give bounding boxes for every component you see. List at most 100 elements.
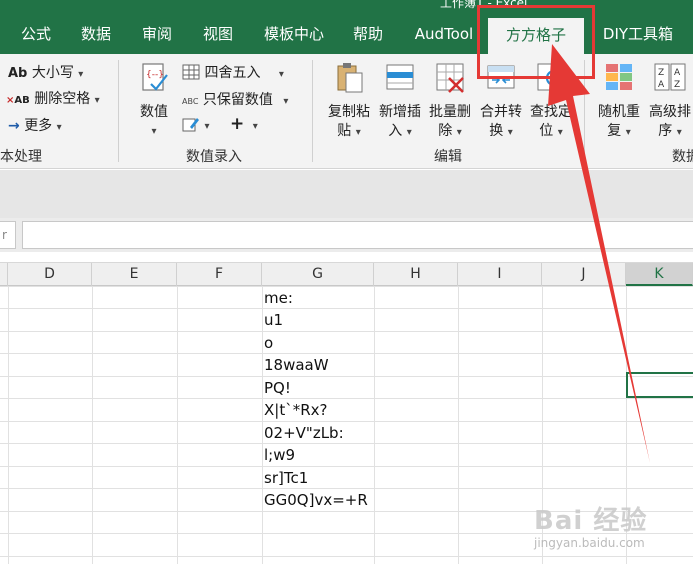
column-header-i[interactable]: I (458, 263, 542, 286)
row-gridline (0, 376, 693, 377)
insert-button[interactable]: 新增插 入 ▾ (375, 60, 425, 142)
watermark-url: jingyan.baidu.com (534, 536, 645, 550)
clipboard-icon (337, 63, 363, 93)
cell-g3[interactable]: o (264, 332, 273, 354)
column-header-d[interactable]: D (8, 263, 92, 286)
remove-spaces-icon: ×AB (6, 95, 30, 106)
row-gridline (0, 466, 693, 467)
cell-g4[interactable]: 18waaW (264, 354, 329, 376)
chevron-down-icon: ▾ (204, 121, 210, 132)
chevron-down-icon: ▾ (283, 96, 289, 107)
number-button[interactable]: {--} 数值 ▾ (128, 60, 180, 141)
tab-diy-toolbox[interactable]: DIY工具箱 (588, 14, 688, 54)
column-header-j[interactable]: J (542, 263, 626, 286)
tab-view[interactable]: 视图 (196, 14, 240, 54)
edit-pencil-icon (182, 118, 199, 132)
row-gridline (0, 398, 693, 399)
tab-formulas[interactable]: 公式 (14, 14, 58, 54)
row-gridline (0, 443, 693, 444)
column-header-f[interactable]: F (177, 263, 262, 286)
cell-g10[interactable]: GG0Q]vx=+R (264, 489, 368, 511)
group-divider (118, 60, 119, 162)
case-label: 大小写 (31, 65, 74, 81)
cell-g1[interactable]: me: (264, 287, 293, 309)
tab-audtool[interactable]: AudTool (406, 14, 482, 54)
chevron-down-icon: ▾ (94, 95, 100, 106)
number-format-icon: {--} (142, 63, 168, 91)
chevron-down-icon: ▾ (252, 121, 258, 132)
case-icon: Ab (8, 66, 28, 81)
cell-g5[interactable]: PQ! (264, 377, 291, 399)
advanced-sort-button[interactable]: Z A A Z 高级排 序 ▾ (645, 60, 693, 142)
round-label: 四舍五入 (204, 65, 261, 81)
ribbon-bottom-strip (0, 170, 693, 218)
group-label-text: 文本处理 (0, 149, 42, 165)
random-repeat-label: 随机重 (598, 104, 640, 120)
column-header-k[interactable]: K (626, 263, 693, 286)
chevron-down-icon: ▾ (406, 127, 412, 138)
chevron-down-icon: ▾ (456, 127, 462, 138)
cell-g6[interactable]: X|t`*Rx? (264, 399, 327, 421)
column-gridline (92, 286, 93, 564)
group-label-data: 数据 (672, 149, 693, 165)
round-button[interactable]: 四舍五入 ▾ (182, 62, 284, 82)
row-gridline (0, 331, 693, 332)
cell-g2[interactable]: u1 (264, 309, 283, 331)
column-header-h[interactable]: H (374, 263, 458, 286)
active-cell-k5[interactable] (626, 372, 693, 398)
formula-input[interactable] (22, 221, 693, 249)
sort-az-icon: Z A A Z (654, 63, 686, 91)
group-label-number-entry: 数值录入 (186, 149, 242, 165)
column-gridline (374, 286, 375, 564)
remove-spaces-label: 删除空格 (34, 91, 91, 107)
tab-help[interactable]: 帮助 (346, 14, 390, 54)
copy-paste-button[interactable]: 复制粘 贴 ▾ (324, 60, 374, 142)
keep-numbers-button[interactable]: ABC 只保留数值 ▾ (182, 89, 288, 109)
watermark-logo-text: Bai 经验 (534, 506, 648, 536)
formula-bar: r (0, 218, 693, 252)
svg-text:Z: Z (674, 80, 680, 90)
chevron-down-icon: ▾ (151, 126, 157, 137)
cell-g7[interactable]: 02+V"zLb: (264, 422, 344, 444)
number-button-label: 数值 (140, 104, 168, 120)
row-gridline (0, 421, 693, 422)
random-repeat-button[interactable]: 随机重 复 ▾ (594, 60, 644, 142)
column-gridline (262, 286, 263, 564)
insert-more-button[interactable]: + ▾ (230, 114, 258, 134)
column-gridline (458, 286, 459, 564)
merge-convert-label: 合并转 (480, 104, 522, 120)
batch-delete-label: 批量删 (429, 104, 471, 120)
cell-g8[interactable]: l;w9 (264, 444, 295, 466)
chevron-down-icon: ▾ (78, 69, 84, 80)
name-box[interactable]: r (0, 221, 16, 249)
row-gridline (0, 308, 693, 309)
tab-data[interactable]: 数据 (74, 14, 118, 54)
chevron-down-icon: ▾ (278, 69, 284, 80)
row-gridline (0, 286, 693, 287)
svg-text:Z: Z (658, 68, 664, 78)
insert-rows-icon (386, 64, 414, 90)
chevron-down-icon: ▾ (625, 127, 631, 138)
copy-paste-label: 复制粘 (328, 104, 370, 120)
chevron-down-icon: ▾ (507, 127, 513, 138)
group-label-edit: 编辑 (434, 149, 462, 165)
svg-text:A: A (674, 68, 681, 78)
column-header-e[interactable]: E (92, 263, 177, 286)
batch-delete-icon (436, 63, 464, 93)
plus-icon: + (230, 114, 245, 134)
edit-dropdown-button[interactable]: ▾ (182, 116, 209, 133)
chevron-down-icon: ▾ (355, 127, 361, 138)
row-gridline (0, 353, 693, 354)
svg-text:A: A (658, 80, 665, 90)
cell-g9[interactable]: sr]Tc1 (264, 467, 308, 489)
chevron-down-icon: ▾ (56, 122, 62, 133)
tab-review[interactable]: 审阅 (135, 14, 179, 54)
remove-spaces-button[interactable]: ×AB 删除空格 ▾ (6, 88, 100, 108)
annotation-highlight-box (477, 5, 595, 79)
batch-delete-button[interactable]: 批量删 除 ▾ (425, 60, 475, 142)
tab-template-center[interactable]: 模板中心 (258, 14, 330, 54)
round-icon (182, 64, 200, 80)
case-button[interactable]: Ab 大小写 ▾ (8, 62, 83, 82)
more-button[interactable]: → 更多 ▾ (8, 115, 62, 135)
column-header-g[interactable]: G (262, 263, 374, 286)
